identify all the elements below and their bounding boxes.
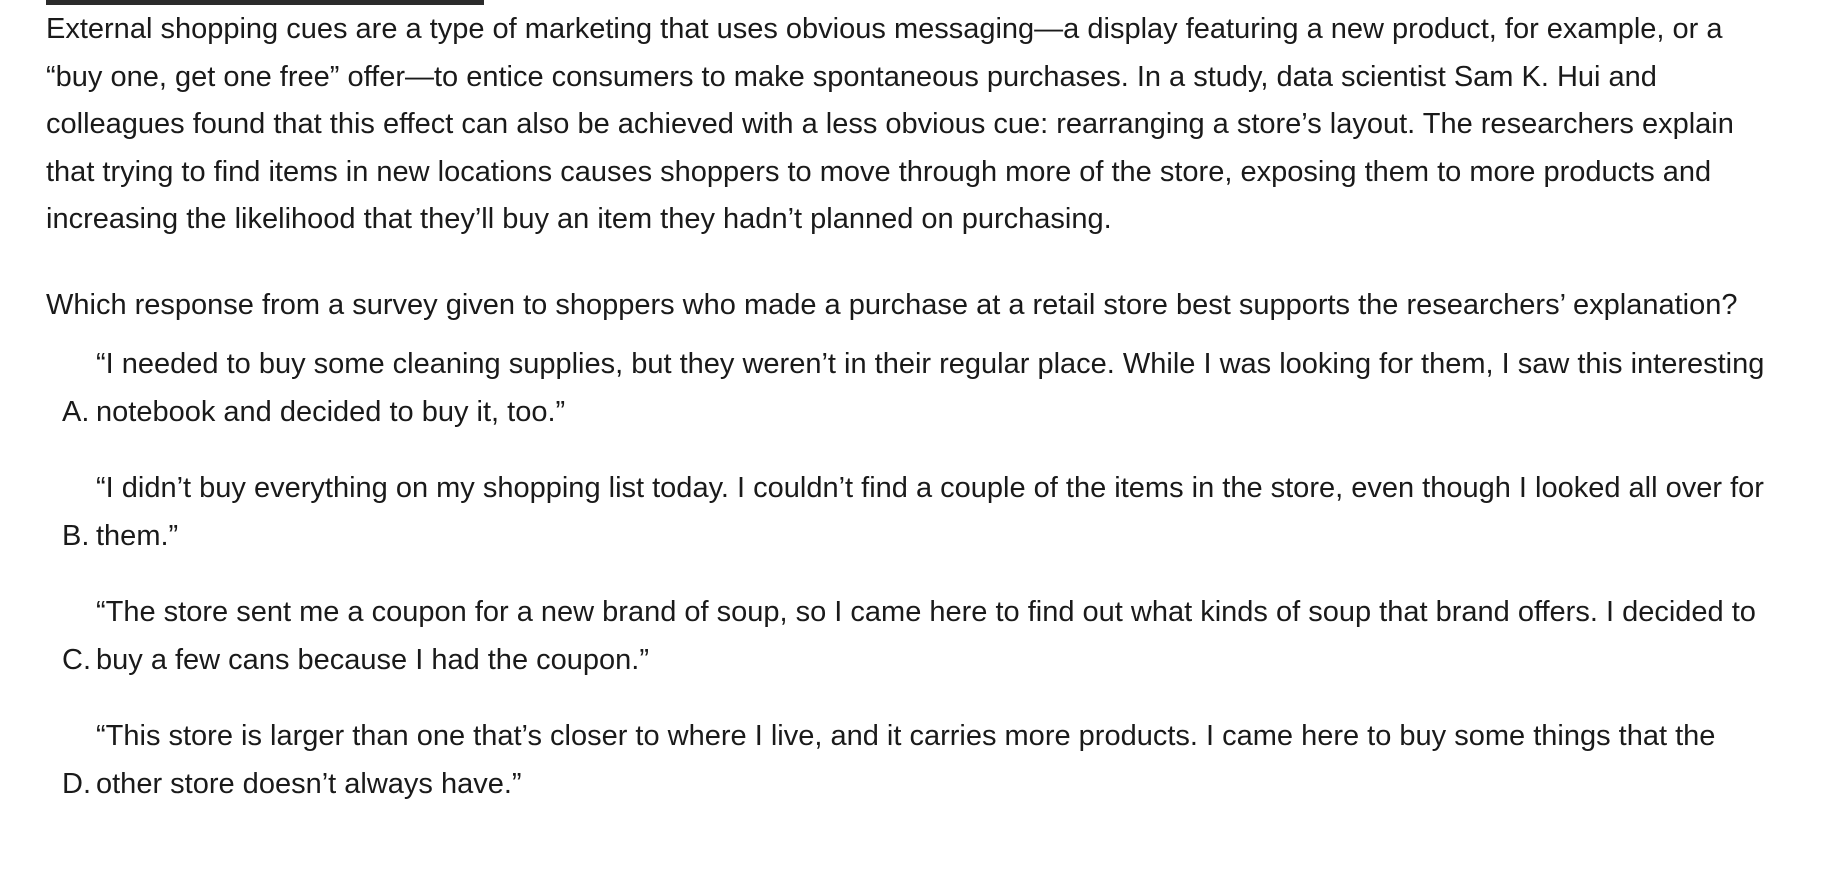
- answer-choice-a[interactable]: A. “I needed to buy some cleaning suppli…: [46, 341, 1786, 436]
- top-divider-bar: [46, 0, 484, 5]
- question-content: External shopping cues are a type of mar…: [46, 6, 1786, 837]
- answer-choice-b[interactable]: B. “I didn’t buy everything on my shoppi…: [46, 465, 1786, 560]
- answer-choice-c[interactable]: C. “The store sent me a coupon for a new…: [46, 589, 1786, 684]
- choice-letter: B.: [46, 513, 96, 561]
- choice-letter-label: B.: [62, 519, 90, 552]
- choice-letter-label: D.: [62, 767, 91, 800]
- choice-text: “I needed to buy some cleaning supplies,…: [96, 348, 1765, 428]
- choice-letter: D.: [46, 761, 96, 809]
- answer-choice-d[interactable]: D. “This store is larger than one that’s…: [46, 713, 1786, 808]
- passage-text: External shopping cues are a type of mar…: [46, 13, 1734, 235]
- choice-letter: A.: [46, 389, 96, 437]
- choice-text: “I didn’t buy everything on my shopping …: [96, 472, 1764, 552]
- question-stem: Which response from a survey given to sh…: [46, 288, 1738, 321]
- choice-text: “The store sent me a coupon for a new br…: [96, 596, 1756, 676]
- choice-letter-label: C.: [62, 643, 91, 676]
- answer-choices: A. “I needed to buy some cleaning suppli…: [46, 341, 1786, 808]
- choice-letter-label: A.: [62, 395, 90, 428]
- choice-text: “This store is larger than one that’s cl…: [96, 720, 1716, 800]
- choice-letter: C.: [46, 637, 96, 685]
